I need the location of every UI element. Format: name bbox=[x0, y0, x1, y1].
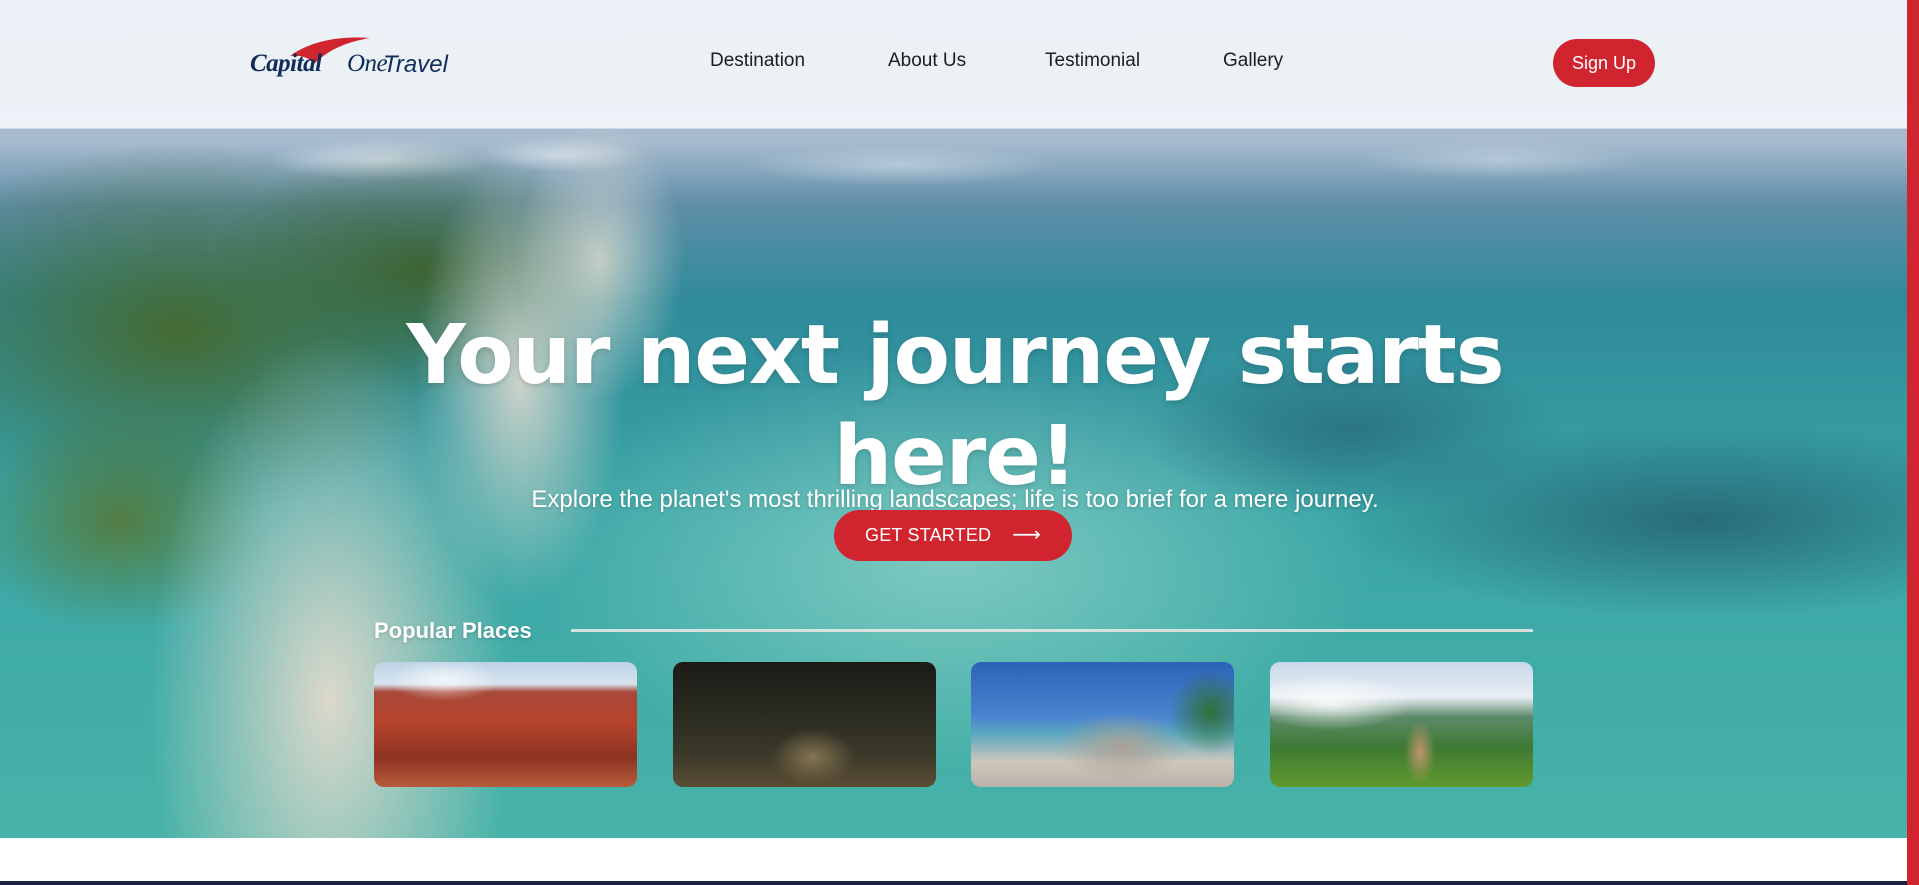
sign-up-button[interactable]: Sign Up bbox=[1553, 39, 1655, 87]
place-card-forest[interactable] bbox=[673, 662, 936, 787]
place-card-bay-viewpoint[interactable] bbox=[1270, 662, 1533, 787]
place-card-rocky-beach[interactable] bbox=[971, 662, 1234, 787]
next-section-edge bbox=[0, 881, 1907, 885]
place-card-red-canyon[interactable] bbox=[374, 662, 637, 787]
right-edge-strip bbox=[1907, 0, 1919, 885]
page: Capital One Travel Destination About Us … bbox=[0, 0, 1907, 885]
get-started-button[interactable]: GET STARTED ⟶ bbox=[834, 510, 1072, 561]
hero-title: Your next journey starts here! bbox=[406, 307, 1504, 504]
nav-about-us[interactable]: About Us bbox=[888, 50, 966, 72]
site-header: Capital One Travel Destination About Us … bbox=[0, 0, 1907, 129]
popular-places-divider bbox=[571, 629, 1533, 632]
nav-gallery[interactable]: Gallery bbox=[1223, 50, 1283, 72]
get-started-label: GET STARTED bbox=[865, 525, 992, 545]
nav-destination[interactable]: Destination bbox=[710, 50, 805, 72]
popular-places-heading: Popular Places bbox=[374, 618, 532, 643]
arrow-right-icon: ⟶ bbox=[1012, 524, 1041, 546]
nav-testimonial[interactable]: Testimonial bbox=[1045, 50, 1140, 72]
